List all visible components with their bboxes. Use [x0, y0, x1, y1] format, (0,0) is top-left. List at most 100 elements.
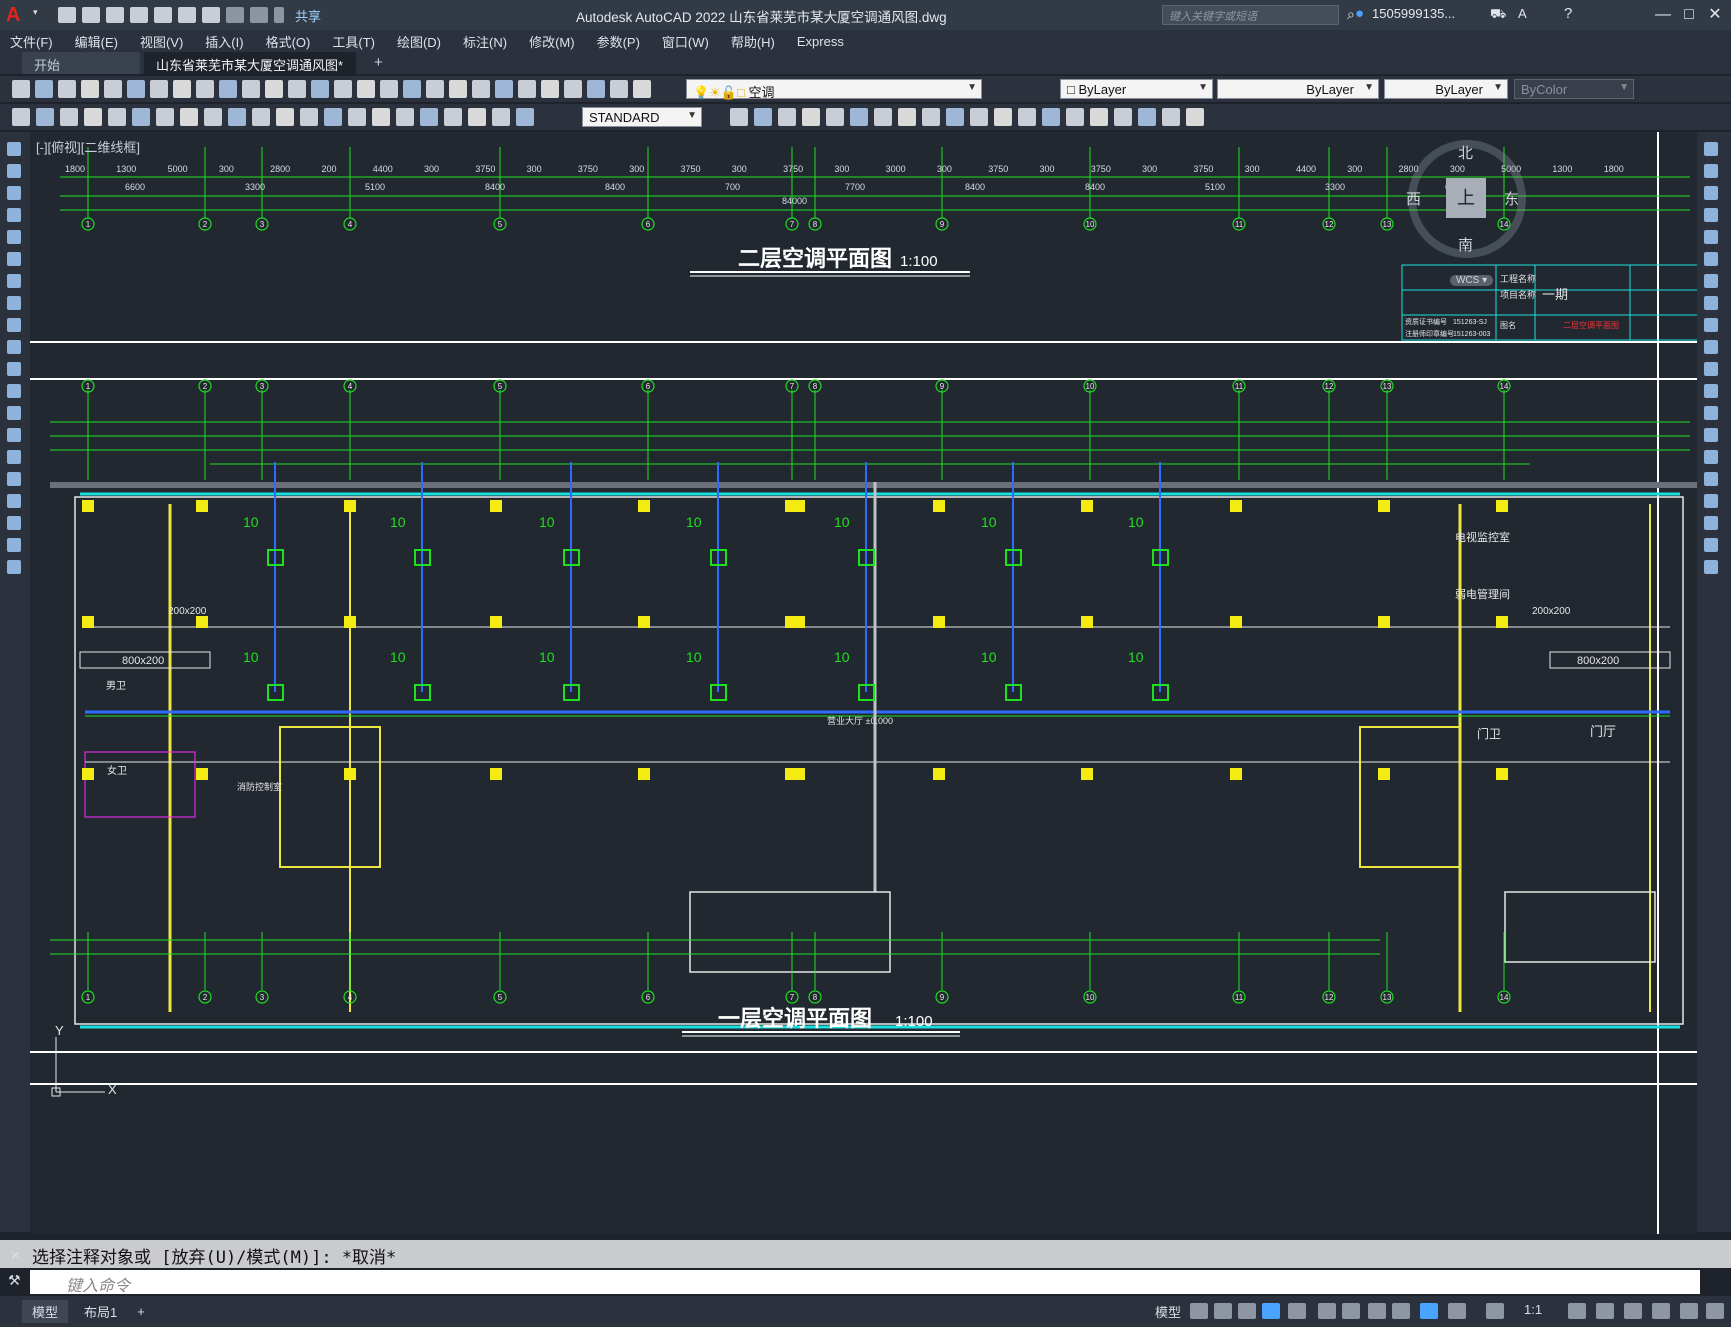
save-as-icon[interactable] [130, 7, 148, 23]
modify-tool-icon[interactable] [898, 108, 916, 126]
toolbar-icon[interactable] [633, 80, 651, 98]
toolbar-icon[interactable] [127, 80, 145, 98]
autodesk-app-icon[interactable]: A [1518, 6, 1527, 21]
redo-icon[interactable] [250, 7, 268, 23]
toolbar-icon[interactable] [173, 80, 191, 98]
right-tool-icon[interactable] [1704, 274, 1718, 288]
status-toggle-icon[interactable] [1706, 1303, 1724, 1319]
model-space-button[interactable]: 模型 [1155, 1302, 1181, 1321]
modify-tool-icon[interactable] [778, 108, 796, 126]
toolbar-icon[interactable] [196, 80, 214, 98]
status-toggle-icon[interactable] [1596, 1303, 1614, 1319]
status-toggle-icon[interactable] [1214, 1303, 1232, 1319]
new-file-icon[interactable] [58, 7, 76, 23]
menu-format[interactable]: 格式(O) [266, 32, 311, 51]
modify-tool-icon[interactable] [1090, 108, 1108, 126]
status-toggle-icon[interactable] [1624, 1303, 1642, 1319]
command-wrench-icon[interactable]: ⚒ [8, 1272, 21, 1289]
viewcube-east[interactable]: 东 [1504, 188, 1519, 209]
open-file-icon[interactable] [82, 7, 100, 23]
right-tool-icon[interactable] [1704, 560, 1718, 574]
toolbar-icon[interactable] [357, 80, 375, 98]
status-toggle-icon[interactable] [1238, 1303, 1256, 1319]
menu-edit[interactable]: 编辑(E) [75, 32, 118, 51]
toolbar-icon[interactable] [150, 80, 168, 98]
draw-tool-icon[interactable] [300, 108, 318, 126]
draw-tool-icon[interactable] [420, 108, 438, 126]
new-tab-icon[interactable]: + [374, 54, 383, 71]
toolbar-icon[interactable] [12, 80, 30, 98]
minimize-icon[interactable]: — [1651, 4, 1675, 26]
layer-dropdown[interactable]: 💡☀🔓□ 空调 ▼ [686, 79, 982, 100]
menu-help[interactable]: 帮助(H) [731, 32, 775, 51]
toolbar-icon[interactable] [35, 80, 53, 98]
draw-tool-icon[interactable] [372, 108, 390, 126]
toolbar-icon[interactable] [472, 80, 490, 98]
viewcube-west[interactable]: 西 [1406, 188, 1421, 209]
status-toggle-icon[interactable] [1190, 1303, 1208, 1319]
right-tool-icon[interactable] [1704, 538, 1718, 552]
modify-tool-icon[interactable] [826, 108, 844, 126]
menu-file[interactable]: 文件(F) [10, 32, 53, 51]
right-tool-icon[interactable] [1704, 142, 1718, 156]
viewcube[interactable]: 上 北 南 西 东 [1406, 140, 1526, 258]
left-tool-icon[interactable] [7, 472, 21, 486]
command-close-icon[interactable]: ✕ [10, 1248, 21, 1264]
toolbar-icon[interactable] [495, 80, 513, 98]
menu-dimension[interactable]: 标注(N) [463, 32, 507, 51]
undo-icon[interactable] [226, 7, 244, 23]
left-tool-icon[interactable] [7, 208, 21, 222]
menu-window[interactable]: 窗口(W) [662, 32, 709, 51]
modify-tool-icon[interactable] [1162, 108, 1180, 126]
status-toggle-icon[interactable] [1680, 1303, 1698, 1319]
right-tool-icon[interactable] [1704, 340, 1718, 354]
viewcube-south[interactable]: 南 [1458, 234, 1473, 255]
modify-tool-icon[interactable] [1138, 108, 1156, 126]
status-toggle-icon[interactable] [1652, 1303, 1670, 1319]
toolbar-icon[interactable] [311, 80, 329, 98]
draw-tool-icon[interactable] [108, 108, 126, 126]
modify-tool-icon[interactable] [874, 108, 892, 126]
modify-tool-icon[interactable] [802, 108, 820, 126]
toolbar-icon[interactable] [449, 80, 467, 98]
right-tool-icon[interactable] [1704, 296, 1718, 310]
draw-tool-icon[interactable] [492, 108, 510, 126]
cart-icon[interactable]: ⛟ [1490, 6, 1506, 24]
modify-tool-icon[interactable] [1186, 108, 1204, 126]
customize-quick-access-icon[interactable] [274, 7, 284, 23]
right-tool-icon[interactable] [1704, 318, 1718, 332]
app-menu-chevron-icon[interactable]: ▾ [33, 7, 41, 23]
draw-tool-icon[interactable] [60, 108, 78, 126]
toolbar-icon[interactable] [380, 80, 398, 98]
draw-tool-icon[interactable] [252, 108, 270, 126]
modify-tool-icon[interactable] [850, 108, 868, 126]
menu-express[interactable]: Express [797, 34, 844, 49]
left-tool-icon[interactable] [7, 252, 21, 266]
menu-draw[interactable]: 绘图(D) [397, 32, 441, 51]
toolbar-icon[interactable] [242, 80, 260, 98]
left-tool-icon[interactable] [7, 142, 21, 156]
toolbar-icon[interactable] [587, 80, 605, 98]
toolbar-icon[interactable] [541, 80, 559, 98]
tab-layout1[interactable]: 布局1 [74, 1300, 127, 1323]
menu-tools[interactable]: 工具(T) [332, 32, 375, 51]
search-input[interactable]: 键入关键字或短语 [1162, 5, 1339, 25]
status-toggle-icon[interactable] [1368, 1303, 1386, 1319]
right-tool-icon[interactable] [1704, 230, 1718, 244]
save-icon[interactable] [106, 7, 124, 23]
modify-tool-icon[interactable] [922, 108, 940, 126]
left-tool-icon[interactable] [7, 516, 21, 530]
left-tool-icon[interactable] [7, 406, 21, 420]
toolbar-icon[interactable] [564, 80, 582, 98]
left-tool-icon[interactable] [7, 494, 21, 508]
draw-tool-icon[interactable] [276, 108, 294, 126]
status-toggle-icon[interactable] [1486, 1303, 1504, 1319]
draw-tool-icon[interactable] [84, 108, 102, 126]
viewport-controls[interactable]: [-][俯视][二维线框] [36, 137, 140, 156]
draw-tool-icon[interactable] [156, 108, 174, 126]
right-tool-icon[interactable] [1704, 494, 1718, 508]
toolbar-icon[interactable] [610, 80, 628, 98]
right-tool-icon[interactable] [1704, 516, 1718, 530]
tab-model[interactable]: 模型 [22, 1300, 69, 1323]
user-name[interactable]: 1505999135... [1372, 6, 1455, 21]
